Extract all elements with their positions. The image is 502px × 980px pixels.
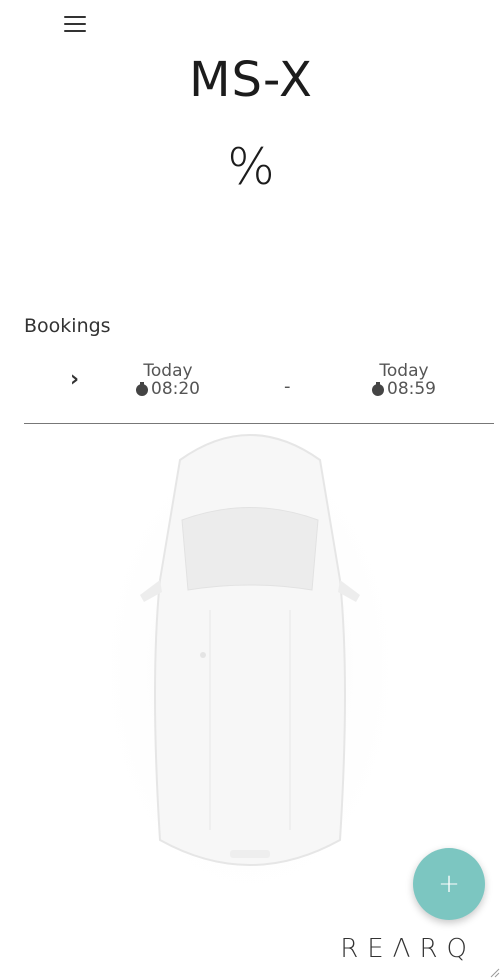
start-day: Today [143,361,193,381]
time-separator: - [284,376,291,397]
end-day: Today [379,361,429,381]
car-illustration [100,434,400,890]
menu-line [64,16,86,18]
booking-row[interactable]: › Today 08:20 - Today 08:59 [24,360,494,424]
stopwatch-icon [136,382,149,396]
hamburger-menu-icon[interactable] [64,12,90,36]
start-time: 08:20 [151,379,200,399]
resize-grip-icon[interactable] [488,966,500,978]
add-booking-button[interactable]: + [413,848,485,920]
end-time-wrap: 08:59 [372,380,436,398]
vehicle-name: MS-X [189,52,313,108]
app-screen: MS-X % Bookings › Today 08:20 - Today 08… [0,0,502,980]
booking-end: Today 08:59 [372,362,436,398]
menu-line [64,30,86,32]
booking-start: Today 08:20 [136,362,200,398]
end-time: 08:59 [387,379,436,399]
brand-logo: REΛRQ [340,934,476,964]
stopwatch-icon [372,382,385,396]
charge-level: % [227,138,275,196]
chevron-right-icon[interactable]: › [70,368,90,392]
bookings-heading: Bookings [24,315,111,337]
start-time-wrap: 08:20 [136,380,200,398]
menu-line [64,23,86,25]
